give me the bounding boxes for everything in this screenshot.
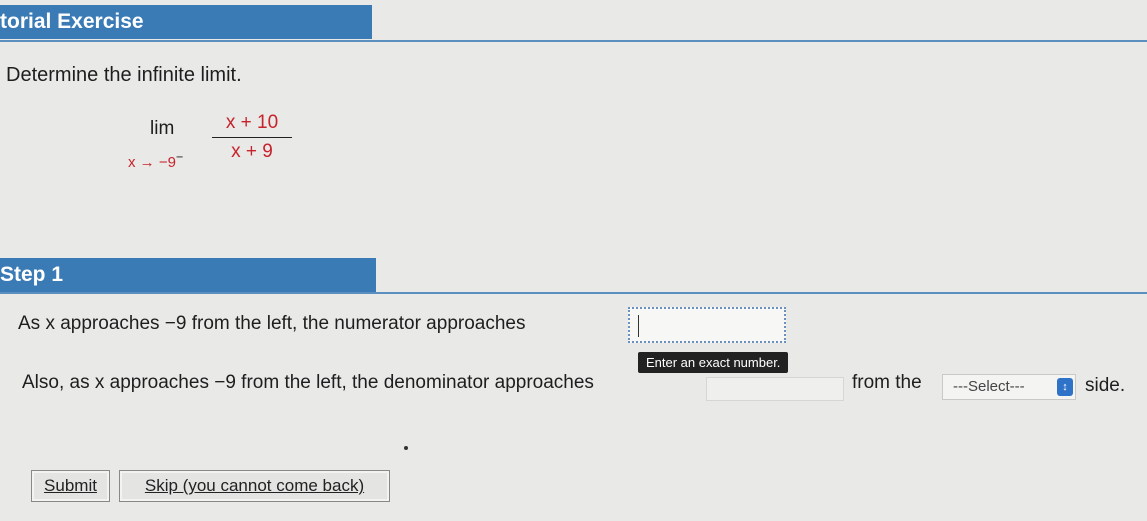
- fraction-denominator: x + 9: [231, 141, 273, 162]
- submit-button[interactable]: Submit: [31, 470, 110, 502]
- from-the-label: from the: [852, 372, 922, 393]
- chevron-updown-icon: ↕: [1057, 378, 1073, 396]
- header-rule: [0, 40, 1147, 42]
- input-tooltip: Enter an exact number.: [638, 352, 789, 373]
- side-select-value: ---Select---: [953, 378, 1025, 395]
- denominator-sentence: Also, as x approaches −9 from the left, …: [22, 372, 594, 393]
- skip-button[interactable]: Skip (you cannot come back): [119, 470, 390, 502]
- exercise-title: torial Exercise: [0, 10, 144, 33]
- exercise-header: torial Exercise: [0, 5, 372, 39]
- problem-prompt: Determine the infinite limit.: [6, 64, 242, 86]
- side-select[interactable]: ---Select--- ↕: [942, 374, 1076, 400]
- numerator-sentence: As x approaches −9 from the left, the nu…: [18, 313, 526, 334]
- step-title: Step 1: [0, 263, 64, 286]
- numerator-answer-input[interactable]: [628, 307, 786, 343]
- step-header: Step 1: [0, 258, 376, 292]
- fraction-numerator: x + 10: [225, 112, 279, 133]
- text-caret: [638, 315, 639, 337]
- limit-fraction: x + 10 x + 9: [212, 112, 292, 163]
- side-label: side.: [1085, 375, 1126, 396]
- stray-dot: [404, 446, 408, 450]
- denominator-answer-input[interactable]: [706, 377, 844, 401]
- lim-subscript: x → −9−: [128, 150, 184, 171]
- lim-word: lim: [150, 118, 175, 139]
- step-rule: [0, 292, 1147, 294]
